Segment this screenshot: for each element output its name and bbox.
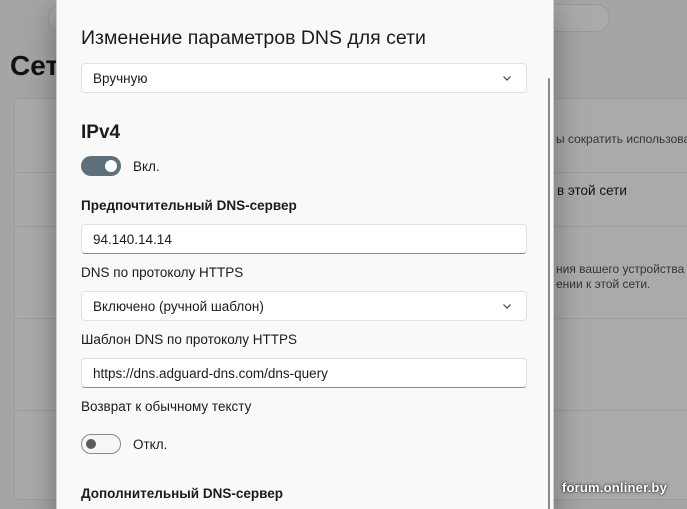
ipv4-heading: IPv4 (81, 122, 121, 143)
fallback-toggle-label: Откл. (133, 437, 168, 452)
preferred-dns-input[interactable]: 94.140.14.14 (81, 224, 527, 254)
preferred-dns-label: Предпочтительный DNS-сервер (81, 198, 297, 213)
fallback-label: Возврат к обычному тексту (81, 399, 252, 414)
ipv4-toggle-label: Вкл. (133, 159, 160, 174)
dialog-title: Изменение параметров DNS для сети (81, 27, 426, 49)
dns-mode-value: Вручную (93, 71, 148, 86)
chevron-down-icon (503, 76, 511, 81)
fallback-toggle[interactable] (81, 434, 121, 454)
watermark: forum.onliner.by (561, 480, 667, 495)
dns-https-dropdown[interactable]: Включено (ручной шаблон) (81, 291, 527, 321)
https-template-input[interactable]: https://dns.adguard-dns.com/dns-query (81, 358, 527, 388)
dns-https-value: Включено (ручной шаблон) (93, 299, 264, 314)
chevron-down-icon (503, 304, 511, 309)
https-template-value: https://dns.adguard-dns.com/dns-query (93, 366, 328, 381)
preferred-dns-value: 94.140.14.14 (93, 232, 172, 247)
dialog-scrollbar[interactable] (548, 78, 550, 509)
https-template-label: Шаблон DNS по протоколу HTTPS (81, 332, 298, 347)
toggle-knob (105, 160, 117, 172)
alternate-dns-label: Дополнительный DNS-сервер (81, 486, 283, 501)
toggle-knob (86, 439, 96, 449)
dns-settings-dialog: Изменение параметров DNS для сети Вручну… (56, 0, 554, 509)
ipv4-toggle[interactable] (81, 156, 121, 176)
dns-https-label: DNS по протоколу HTTPS (81, 265, 244, 280)
dns-mode-dropdown[interactable]: Вручную (81, 63, 527, 93)
